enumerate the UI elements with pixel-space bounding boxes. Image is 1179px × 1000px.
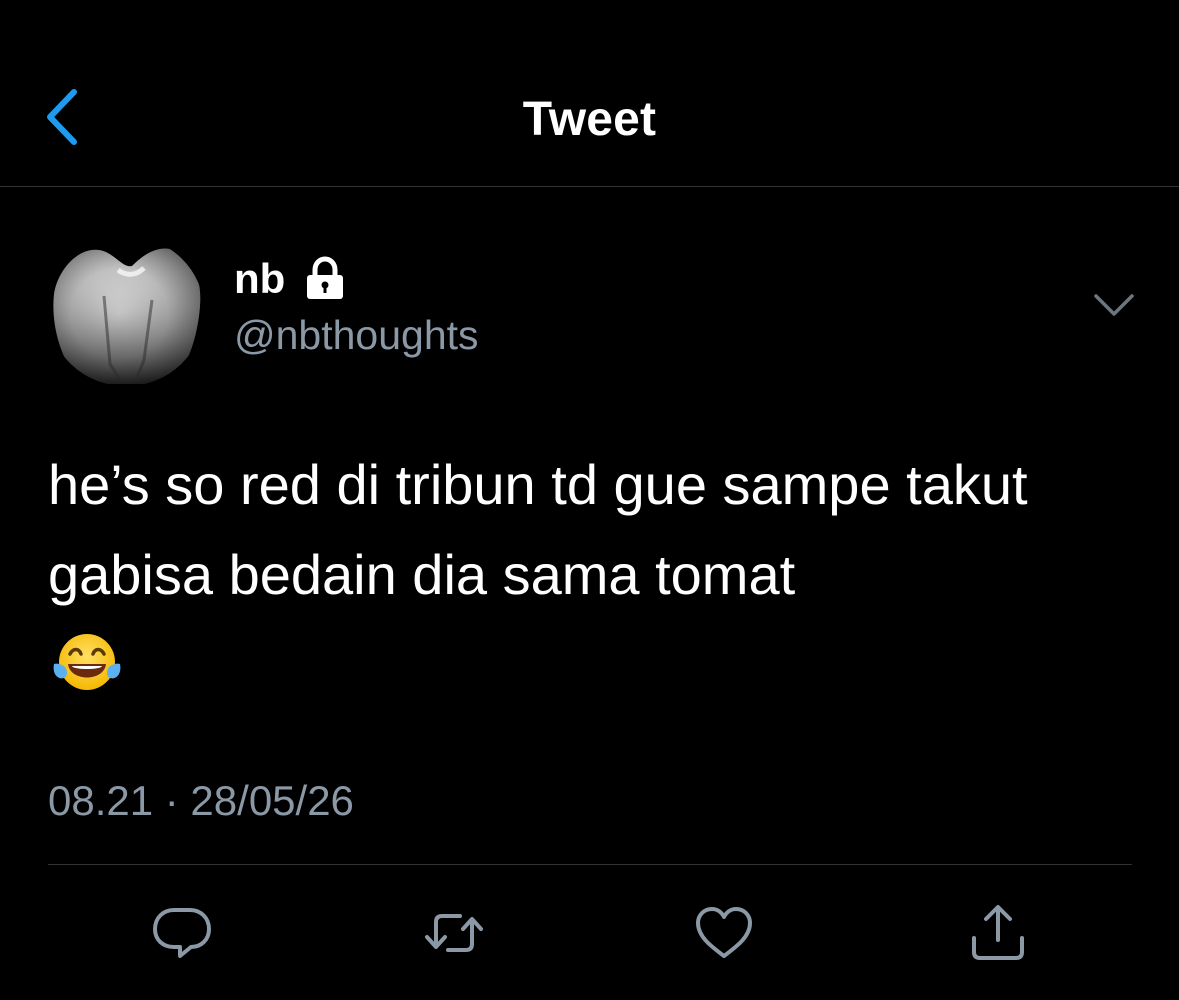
page-title: Tweet [522, 93, 657, 146]
tweet-text: he’s so red di tribun td gue sampe takut… [48, 453, 1028, 606]
user-handle[interactable]: @nbthoughts [234, 310, 479, 360]
share-icon [972, 905, 1024, 960]
chevron-down-icon [1094, 294, 1134, 316]
display-name[interactable]: nb [234, 254, 285, 304]
actions-divider [48, 864, 1132, 865]
top-bar: Tweet [0, 0, 1179, 186]
retweet-icon [425, 914, 483, 952]
face-with-tears-of-joy-emoji [53, 634, 121, 690]
more-options-button[interactable] [1092, 290, 1136, 320]
avatar[interactable] [48, 236, 204, 386]
share-button[interactable] [966, 902, 1030, 964]
lock-icon [307, 256, 343, 299]
header-divider [0, 186, 1179, 187]
reply-button[interactable] [150, 902, 214, 964]
reply-icon [153, 908, 211, 958]
heart-icon [696, 907, 752, 958]
timestamp[interactable]: 08.21 · 28/05/26 [48, 776, 354, 826]
like-button[interactable] [692, 902, 756, 964]
retweet-button[interactable] [422, 902, 486, 964]
